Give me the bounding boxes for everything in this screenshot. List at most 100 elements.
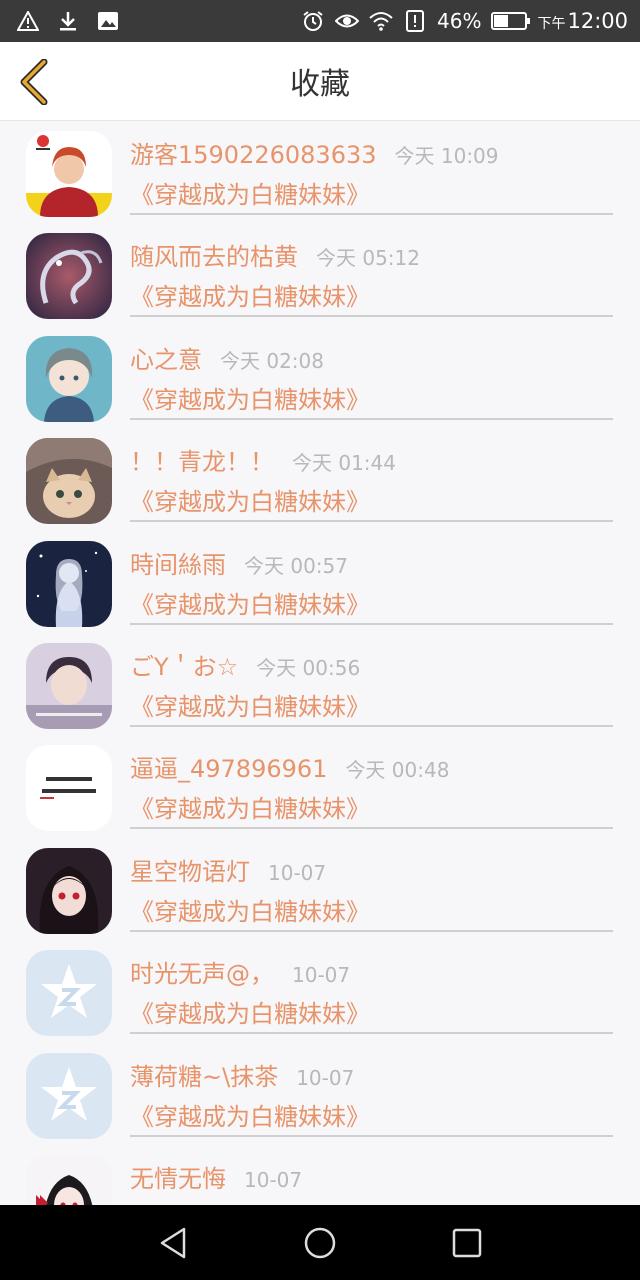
status-right-icons: 46% 下午12:00 — [301, 9, 628, 33]
user-name[interactable]: 无情无悔 — [130, 1159, 226, 1194]
favorite-item[interactable]: 薄荷糖~\抹茶 10-07 《穿越成为白糖妹妹》 — [0, 1043, 640, 1145]
user-name[interactable]: 心之意 — [130, 340, 202, 375]
avatar[interactable] — [26, 540, 112, 627]
battery-fill — [494, 15, 509, 27]
book-title[interactable]: 《穿越成为白糖妹妹》 — [130, 789, 370, 824]
favorite-time: 10-07 — [268, 860, 327, 885]
favorite-time: 今天 00:56 — [256, 655, 361, 680]
favorite-item[interactable]: 随风而去的枯黄 今天 05:12 《穿越成为白糖妹妹》 — [0, 223, 640, 325]
eye-icon — [335, 9, 360, 33]
book-title[interactable]: 《穿越成为白糖妹妹》 — [130, 380, 370, 415]
avatar[interactable] — [26, 233, 112, 320]
home-circle-icon — [304, 1227, 336, 1258]
favorite-item[interactable]: ごY＇お☆ 今天 00:56 《穿越成为白糖妹妹》 — [0, 633, 640, 735]
favorite-meta: 无情无悔 10-07 — [130, 1159, 302, 1194]
nav-back-button[interactable] — [148, 1218, 198, 1268]
favorites-list[interactable]: 游客1590226083633 今天 10:09 《穿越成为白糖妹妹》 随风而去的枯黄… — [0, 121, 640, 1205]
favorite-item[interactable]: 无情无悔10-07《穿越成为白糖妹妹》 — [0, 1145, 640, 1205]
user-name[interactable]: 游客1590226083633 — [130, 135, 377, 170]
favorite-content: 随风而去的枯黄 今天 05:12 《穿越成为白糖妹妹》 — [130, 223, 613, 318]
favorite-time: 10-07 — [292, 963, 351, 988]
avatar[interactable] — [26, 335, 112, 422]
avatar[interactable] — [26, 847, 112, 934]
favorite-meta: ごY＇お☆ 今天 00:56 — [130, 647, 360, 682]
user-name[interactable]: 时光无声@， — [130, 954, 274, 989]
user-name[interactable]: ！！青龙！！ — [130, 442, 274, 477]
alarm-icon — [301, 9, 325, 33]
favorite-meta: 星空物语灯 10-07 — [130, 852, 326, 887]
battery-icon — [491, 12, 531, 30]
user-name[interactable]: 逼逼_497896961 — [130, 749, 327, 784]
avatar[interactable] — [26, 438, 112, 525]
book-title[interactable]: 《穿越成为白糖妹妹》 — [130, 482, 370, 517]
favorite-content: 星空物语灯 10-07 《穿越成为白糖妹妹》 — [130, 838, 613, 932]
favorite-meta: 薄荷糖~\抹茶 10-07 — [130, 1057, 354, 1092]
book-title[interactable]: 《穿越成为白糖妹妹》 — [130, 277, 370, 312]
favorite-content: 心之意 今天 02:08 《穿越成为白糖妹妹》 — [130, 326, 613, 420]
download-icon — [56, 9, 80, 33]
favorite-item[interactable]: 時间絲雨 今天 00:57 《穿越成为白糖妹妹》 — [0, 531, 640, 633]
back-button[interactable] — [14, 58, 54, 106]
time-value: 12:00 — [567, 9, 628, 33]
favorite-meta: 逼逼_497896961 今天 00:48 — [130, 749, 449, 784]
favorite-content: 逼逼_497896961 今天 00:48 《穿越成为白糖妹妹》 — [130, 735, 613, 830]
user-name[interactable]: 時间絲雨 — [130, 545, 226, 580]
avatar[interactable] — [26, 642, 112, 729]
favorite-meta: 时光无声@， 10-07 — [130, 954, 350, 989]
book-title[interactable]: 《穿越成为白糖妹妹》 — [130, 892, 370, 927]
book-title[interactable]: 《穿越成为白糖妹妹》 — [130, 687, 370, 722]
nav-home-button[interactable] — [295, 1218, 345, 1268]
time-prefix: 下午 — [537, 16, 566, 32]
battery-percent: 46% — [437, 9, 482, 33]
user-name[interactable]: 薄荷糖~\抹茶 — [130, 1057, 278, 1092]
avatar[interactable] — [26, 131, 112, 217]
favorite-content: 時间絲雨 今天 00:57 《穿越成为白糖妹妹》 — [130, 531, 613, 625]
avatar[interactable] — [26, 1052, 112, 1139]
book-title[interactable]: 《穿越成为白糖妹妹》 — [130, 1097, 370, 1132]
favorite-time: 今天 02:08 — [220, 348, 324, 373]
favorite-item[interactable]: 星空物语灯 10-07 《穿越成为白糖妹妹》 — [0, 838, 640, 940]
favorite-item[interactable]: 逼逼_497896961 今天 00:48 《穿越成为白糖妹妹》 — [0, 735, 640, 837]
user-name[interactable]: 随风而去的枯黄 — [130, 237, 298, 272]
favorite-meta: 心之意 今天 02:08 — [130, 340, 324, 375]
wifi-icon — [369, 9, 393, 33]
navigation-bar — [0, 1205, 640, 1280]
favorite-item[interactable]: 心之意 今天 02:08 《穿越成为白糖妹妹》 — [0, 326, 640, 428]
favorite-time: 10-07 — [296, 1065, 355, 1090]
avatar[interactable] — [26, 1154, 112, 1205]
header: 收藏 — [0, 42, 640, 121]
favorite-item[interactable]: 游客1590226083633 今天 10:09 《穿越成为白糖妹妹》 — [0, 121, 640, 223]
book-title[interactable]: 《穿越成为白糖妹妹》 — [130, 175, 370, 210]
avatar[interactable] — [26, 950, 112, 1037]
favorite-meta: ！！青龙！！ 今天 01:44 — [130, 442, 396, 477]
image-icon — [96, 9, 120, 33]
warning-icon — [16, 9, 40, 33]
user-name[interactable]: 星空物语灯 — [130, 852, 250, 887]
page-title: 收藏 — [290, 67, 350, 102]
favorite-item[interactable]: 时光无声@， 10-07 《穿越成为白糖妹妹》 — [0, 940, 640, 1042]
favorite-time: 10-07 — [244, 1167, 303, 1192]
avatar[interactable] — [26, 745, 112, 832]
nav-recents-button[interactable] — [442, 1218, 492, 1268]
alert-icon — [403, 9, 427, 33]
favorite-content: ごY＇お☆ 今天 00:56 《穿越成为白糖妹妹》 — [130, 633, 613, 727]
recents-square-icon — [452, 1228, 481, 1257]
favorite-time: 今天 05:12 — [316, 246, 420, 271]
user-name[interactable]: ごY＇お☆ — [130, 647, 238, 682]
favorite-item[interactable]: ！！青龙！！ 今天 01:44 《穿越成为白糖妹妹》 — [0, 428, 640, 530]
favorite-time: 今天 01:44 — [292, 451, 396, 476]
favorite-time: 今天 00:57 — [244, 553, 348, 578]
favorite-content: ！！青龙！！ 今天 01:44 《穿越成为白糖妹妹》 — [130, 428, 613, 523]
book-title[interactable]: 《穿越成为白糖妹妹》 — [130, 585, 370, 620]
favorite-meta: 随风而去的枯黄 今天 05:12 — [130, 237, 420, 272]
favorite-time: 今天 00:48 — [345, 758, 450, 783]
favorite-content: 时光无声@， 10-07 《穿越成为白糖妹妹》 — [130, 940, 613, 1035]
book-title[interactable]: 《穿越成为白糖妹妹》 — [130, 994, 370, 1029]
favorite-content: 薄荷糖~\抹茶 10-07 《穿越成为白糖妹妹》 — [130, 1043, 613, 1137]
status-bar: 46% 下午12:00 — [0, 0, 640, 42]
favorite-content: 无情无悔10-07《穿越成为白糖妹妹》 — [130, 1145, 613, 1205]
favorite-content: 游客1590226083633 今天 10:09 《穿越成为白糖妹妹》 — [130, 121, 613, 215]
favorite-time: 今天 10:09 — [394, 144, 499, 168]
favorite-meta: 時间絲雨 今天 00:57 — [130, 545, 348, 580]
favorite-meta: 游客1590226083633 今天 10:09 — [130, 135, 499, 170]
